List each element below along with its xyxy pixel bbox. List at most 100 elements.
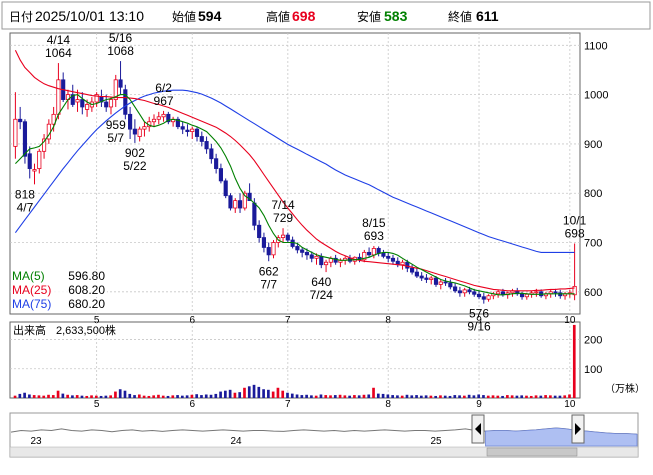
candle-body: [472, 291, 477, 295]
volume-bar: [324, 395, 328, 398]
volume-x-tick-label: 8: [385, 399, 391, 410]
volume-bar: [396, 395, 399, 398]
candle-body: [180, 126, 185, 130]
volume-bar: [568, 394, 571, 398]
volume-bar: [123, 390, 127, 398]
header-open-value: 594: [198, 8, 222, 24]
volume-bar: [472, 395, 476, 398]
ma25-line: [14, 50, 575, 292]
volume-bar: [544, 395, 547, 398]
candle-body: [194, 128, 200, 137]
volume-bar: [520, 395, 524, 398]
candle-body: [266, 247, 271, 256]
candle-body: [214, 158, 219, 169]
ma5-line: [15, 94, 575, 296]
price-y-tick-label: 1000: [584, 90, 608, 102]
volume-bar: [353, 395, 356, 398]
candle-body: [462, 289, 467, 294]
volume-bar: [463, 395, 466, 398]
candle-body: [22, 121, 28, 157]
annotation-date: 5/16: [109, 31, 133, 45]
annotation-date: 7/24: [310, 288, 334, 302]
volume-bar: [109, 395, 112, 398]
annotation-value: 967: [154, 94, 174, 108]
volume-title-value: 2,633,500株: [56, 323, 116, 337]
volume-bar: [157, 394, 160, 398]
candle-body: [319, 255, 324, 266]
annotation-value: 698: [565, 227, 585, 241]
volume-bar: [90, 395, 93, 398]
candle-body: [424, 277, 429, 280]
candle-body: [218, 168, 223, 182]
volume-bar: [534, 395, 538, 398]
annotation-date: 8/15: [362, 216, 386, 230]
navigator-scrollbar-thumb[interactable]: [486, 447, 578, 457]
header-low-label: 安値: [357, 9, 381, 24]
volume-bar: [137, 394, 141, 398]
volume-bar: [281, 390, 285, 398]
navigator-right-handle[interactable]: [571, 414, 585, 444]
annotation-date: 10/1: [563, 214, 587, 228]
candle-body: [151, 118, 157, 123]
candle-body: [123, 89, 128, 115]
ma75-line: [14, 89, 575, 253]
annotation-value: 662: [259, 264, 279, 278]
volume-bar: [525, 395, 528, 398]
volume-bar: [185, 395, 189, 398]
volume-bar: [32, 395, 36, 398]
volume-bar: [453, 395, 457, 398]
candle-body: [132, 128, 137, 135]
candle-body: [128, 113, 133, 130]
volume-unit: （万株）: [605, 382, 645, 395]
volume-bar: [305, 394, 308, 398]
volume-bar: [171, 395, 175, 398]
volume-bar: [219, 391, 222, 398]
candle-body: [85, 104, 90, 110]
candle-body: [137, 128, 142, 137]
header-close-value: 611: [476, 8, 499, 24]
candle-body: [486, 295, 491, 300]
volume-bar: [333, 395, 337, 398]
price-y-tick-label: 1100: [584, 40, 608, 52]
volume-bar: [161, 395, 165, 398]
price-y-axis: 600 700 800 900 1000 1100: [584, 40, 608, 298]
candle-body: [300, 249, 305, 253]
volume-bar: [558, 395, 562, 398]
volume-bar: [429, 395, 433, 398]
volume-x-tick-label: 6: [189, 399, 195, 410]
volume-bar: [18, 393, 22, 398]
header-datetime: 2025/10/01 13:10: [35, 8, 144, 24]
volume-bar: [228, 389, 232, 398]
volume-x-axis: 5 6 7 8 9 10: [94, 399, 576, 410]
annotation-date: 6/2: [155, 81, 172, 95]
volume-bar: [415, 395, 418, 398]
volume-bar: [252, 384, 256, 398]
stock-chart: 日付 2025/10/01 13:10 始値 594 高値 698 安値 583…: [1, 1, 651, 458]
volume-bar: [400, 395, 404, 398]
annotation-value: 729: [273, 211, 293, 225]
volume-bar: [434, 395, 438, 398]
volume-bar: [448, 395, 452, 398]
candle-body: [257, 224, 262, 238]
candle-body: [467, 289, 472, 293]
volume-bar: [295, 394, 299, 398]
annotation-value: 640: [311, 275, 331, 289]
candle-body: [37, 150, 42, 169]
volume-bar: [224, 390, 227, 398]
volume-bar: [200, 395, 203, 398]
annotation-date: 4/7: [17, 200, 34, 214]
annotation-value: 1068: [107, 44, 134, 58]
annotation-date: 7/14: [271, 198, 295, 212]
volume-bar: [28, 394, 31, 398]
candle-body: [457, 290, 462, 294]
candle-body: [438, 281, 443, 285]
volume-bar: [118, 389, 122, 398]
volume-bar: [319, 394, 323, 398]
candle-body: [386, 255, 391, 259]
volume-bar: [71, 395, 74, 398]
navigator-left-handle[interactable]: [471, 414, 485, 444]
navigator-year-label: 23: [30, 436, 42, 447]
volume-bar: [348, 395, 351, 398]
annotation-date: 5/22: [123, 159, 147, 173]
volume-bar: [209, 394, 213, 398]
